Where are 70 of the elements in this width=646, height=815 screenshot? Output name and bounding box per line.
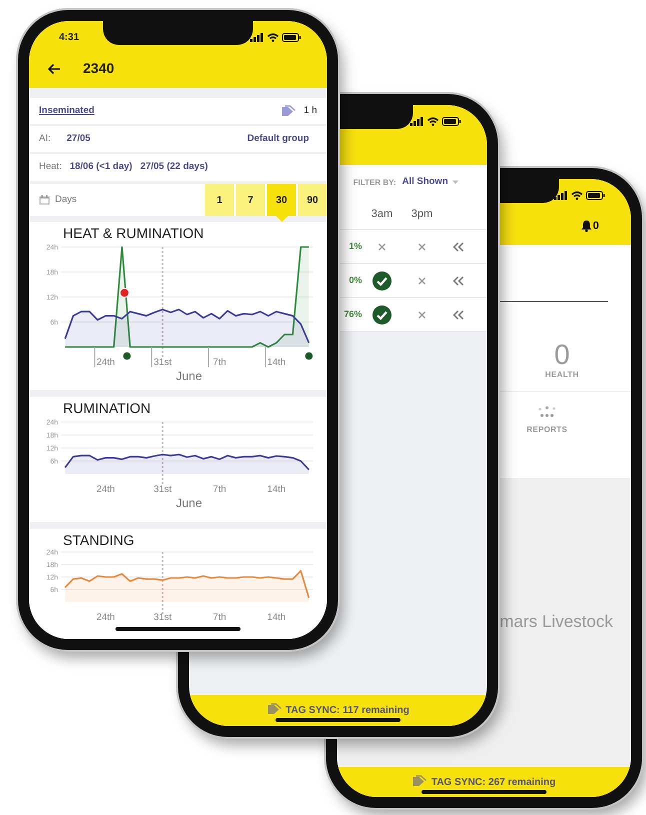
caret-icon — [452, 180, 459, 185]
bell-icon[interactable] — [580, 220, 592, 232]
axis-label: 14th — [267, 357, 286, 368]
page-title: 2340 — [83, 59, 114, 78]
range-tab[interactable]: 90 — [298, 184, 327, 216]
wifi-icon — [427, 116, 439, 126]
range-tab[interactable]: 1 — [205, 184, 234, 216]
axis-label: 7th — [212, 612, 226, 624]
double-chevron-icon[interactable] — [453, 276, 464, 286]
percent-value: 1% — [348, 240, 362, 253]
axis-label: 7th — [212, 484, 226, 496]
field-label: AI: — [39, 132, 51, 146]
battery-icon — [586, 190, 605, 200]
axis-label: 24th — [96, 612, 115, 624]
axis-label: 31st — [154, 612, 172, 624]
axis-label: 7th — [212, 357, 226, 368]
axis-label: 31st — [154, 484, 172, 496]
percent-value: 76% — [342, 308, 362, 321]
sync-status: TAG SYNC: 117 remaining — [286, 704, 410, 718]
status-link[interactable]: Inseminated — [39, 104, 94, 118]
sync-status: TAG SYNC: 267 remaining — [431, 776, 556, 790]
axis-title: June — [176, 496, 202, 510]
axis-label: 14th — [267, 484, 286, 496]
wifi-icon — [571, 190, 583, 200]
tab-pointer-icon — [276, 216, 288, 222]
battery-icon — [282, 32, 301, 42]
dotted-line — [162, 552, 164, 614]
signal-icon — [554, 190, 568, 200]
chart-title: RUMINATION — [62, 399, 152, 416]
tag-icon — [266, 703, 282, 715]
double-chevron-icon[interactable] — [453, 242, 464, 252]
axis-label: 24th — [96, 357, 115, 368]
signal-icon — [410, 116, 424, 126]
event-dot — [123, 352, 131, 360]
axis-label: 31st — [154, 357, 172, 368]
dotted-line — [162, 422, 164, 486]
back-icon[interactable] — [47, 62, 61, 74]
tile-label: REPORTS — [526, 424, 568, 436]
chart-title: HEAT & RUMINATION — [62, 224, 205, 242]
tag-time: 1 h — [304, 104, 317, 118]
signal-icon — [250, 32, 264, 42]
field-value: 18/06 (<1 day) — [70, 160, 132, 174]
tile-label: HEALTH — [545, 369, 579, 381]
field-value: 27/05 (22 days) — [140, 160, 208, 174]
battery-icon — [442, 116, 461, 126]
axis-label: 24th — [96, 484, 115, 496]
health-count: 0 — [554, 341, 570, 369]
range-label: Days — [55, 192, 77, 207]
field-value: 27/05 — [66, 132, 90, 146]
chart-title: STANDING — [62, 531, 136, 548]
clock-time: 4:31 — [59, 30, 80, 44]
field-label: Heat: — [39, 160, 62, 174]
tag-icon — [280, 105, 296, 118]
double-chevron-icon[interactable] — [453, 310, 464, 320]
range-tab[interactable]: 7 — [236, 184, 265, 216]
filter-dropdown[interactable]: All Shown — [402, 175, 459, 190]
event-dot — [305, 352, 313, 360]
percent-value: 0% — [348, 274, 362, 287]
axis-title: June — [176, 369, 202, 384]
wifi-icon — [267, 32, 279, 42]
calendar-icon — [39, 195, 50, 205]
group-name: Default group — [247, 132, 309, 146]
column-header: 3pm — [410, 207, 434, 222]
column-header: 3am — [370, 207, 394, 222]
notification-count: 0 — [592, 218, 599, 234]
axis-label: 14th — [267, 612, 286, 624]
brand-name: mars Livestock — [498, 611, 614, 633]
dots-icon — [538, 406, 556, 418]
tag-icon — [412, 775, 428, 787]
filter-label: FILTER BY: — [353, 176, 396, 188]
